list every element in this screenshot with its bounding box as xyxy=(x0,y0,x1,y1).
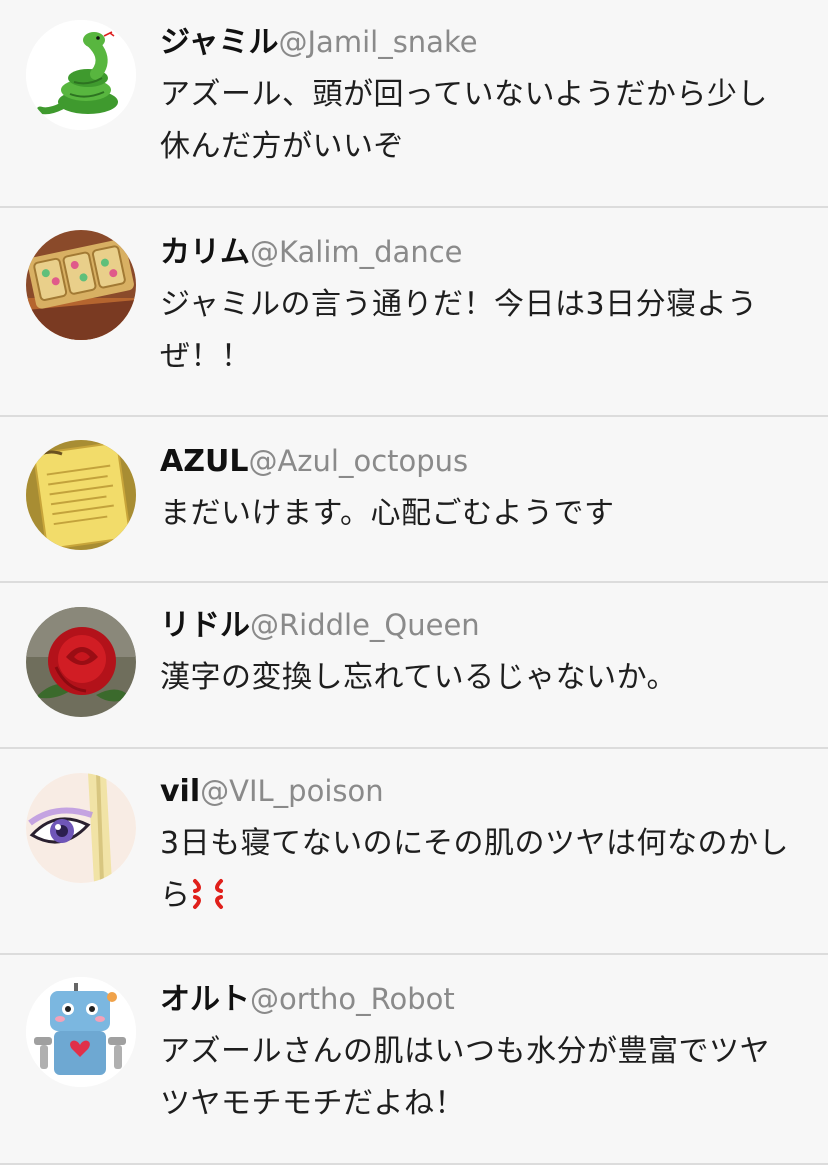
post-message: まだいけます。心配ごむようです xyxy=(160,496,615,531)
avatar[interactable] xyxy=(26,607,136,717)
post-item[interactable]: リドル@Riddle_Queen 漢字の変換し忘れているじゃないか。 xyxy=(0,583,828,749)
user-handle[interactable]: @Jamil_snake xyxy=(279,25,478,59)
post-item[interactable]: AZUL@Azul_octopus まだいけます。心配ごむようです xyxy=(0,417,828,583)
anger-icon xyxy=(192,879,223,909)
snake-icon xyxy=(26,20,136,130)
display-name[interactable]: リドル xyxy=(160,608,250,643)
post-item[interactable]: カリム@Kalim_dance ジャミルの言う通りだ！今日は3日分寝ようぜ！！ xyxy=(0,208,828,417)
robot-icon xyxy=(26,977,136,1087)
post-message: アズール、頭が回っていないようだから少し休んだ方がいいぞ xyxy=(160,77,768,164)
purple-eye-avatar xyxy=(26,773,136,883)
post-header: vil@VIL_poison xyxy=(160,771,798,811)
post-message: 3日も寝てないのにその肌のツヤは何なのかしら xyxy=(160,818,798,922)
post-item[interactable]: オルト@ortho_Robot アズールさんの肌はいつも水分が豊富でツヤツヤモチ… xyxy=(0,955,828,1165)
post-message-text: 3日も寝てないのにその肌のツヤは何なのかしら xyxy=(160,826,789,913)
user-handle[interactable]: @ortho_Robot xyxy=(250,982,455,1016)
user-handle[interactable]: @VIL_poison xyxy=(200,774,384,808)
post-item[interactable]: ジャミル@Jamil_snake アズール、頭が回っていないようだから少し休んだ… xyxy=(0,0,828,208)
post-message: 漢字の変換し忘れているじゃないか。 xyxy=(160,660,677,695)
user-handle[interactable]: @Riddle_Queen xyxy=(250,608,480,642)
post-header: ジャミル@Jamil_snake xyxy=(160,22,798,62)
avatar[interactable] xyxy=(26,230,136,340)
avatar[interactable] xyxy=(26,773,136,883)
display-name[interactable]: AZUL xyxy=(160,444,248,479)
post-header: リドル@Riddle_Queen xyxy=(160,605,798,645)
post-message: アズールさんの肌はいつも水分が豊富でツヤツヤモチモチだよね！ xyxy=(160,1034,770,1121)
avatar[interactable] xyxy=(26,440,136,550)
display-name[interactable]: オルト xyxy=(160,982,250,1017)
user-handle[interactable]: @Kalim_dance xyxy=(250,235,463,269)
post-header: AZUL@Azul_octopus xyxy=(160,441,798,481)
post-item[interactable]: vil@VIL_poison 3日も寝てないのにその肌のツヤは何なのかしら xyxy=(0,749,828,955)
user-handle[interactable]: @Azul_octopus xyxy=(248,444,468,478)
post-message: ジャミルの言う通りだ！今日は3日分寝ようぜ！！ xyxy=(160,287,758,374)
display-name[interactable]: カリム xyxy=(160,235,250,270)
avatar[interactable] xyxy=(26,977,136,1087)
display-name[interactable]: vil xyxy=(160,774,200,809)
red-rose-avatar xyxy=(26,607,136,717)
post-header: オルト@ortho_Robot xyxy=(160,979,798,1019)
display-name[interactable]: ジャミル xyxy=(160,25,279,60)
post-header: カリム@Kalim_dance xyxy=(160,232,798,272)
timeline-feed: ジャミル@Jamil_snake アズール、頭が回っていないようだから少し休んだ… xyxy=(0,0,828,1165)
avatar[interactable] xyxy=(26,20,136,130)
jeweled-tiles-avatar xyxy=(26,230,136,340)
golden-contract-avatar xyxy=(26,440,136,550)
